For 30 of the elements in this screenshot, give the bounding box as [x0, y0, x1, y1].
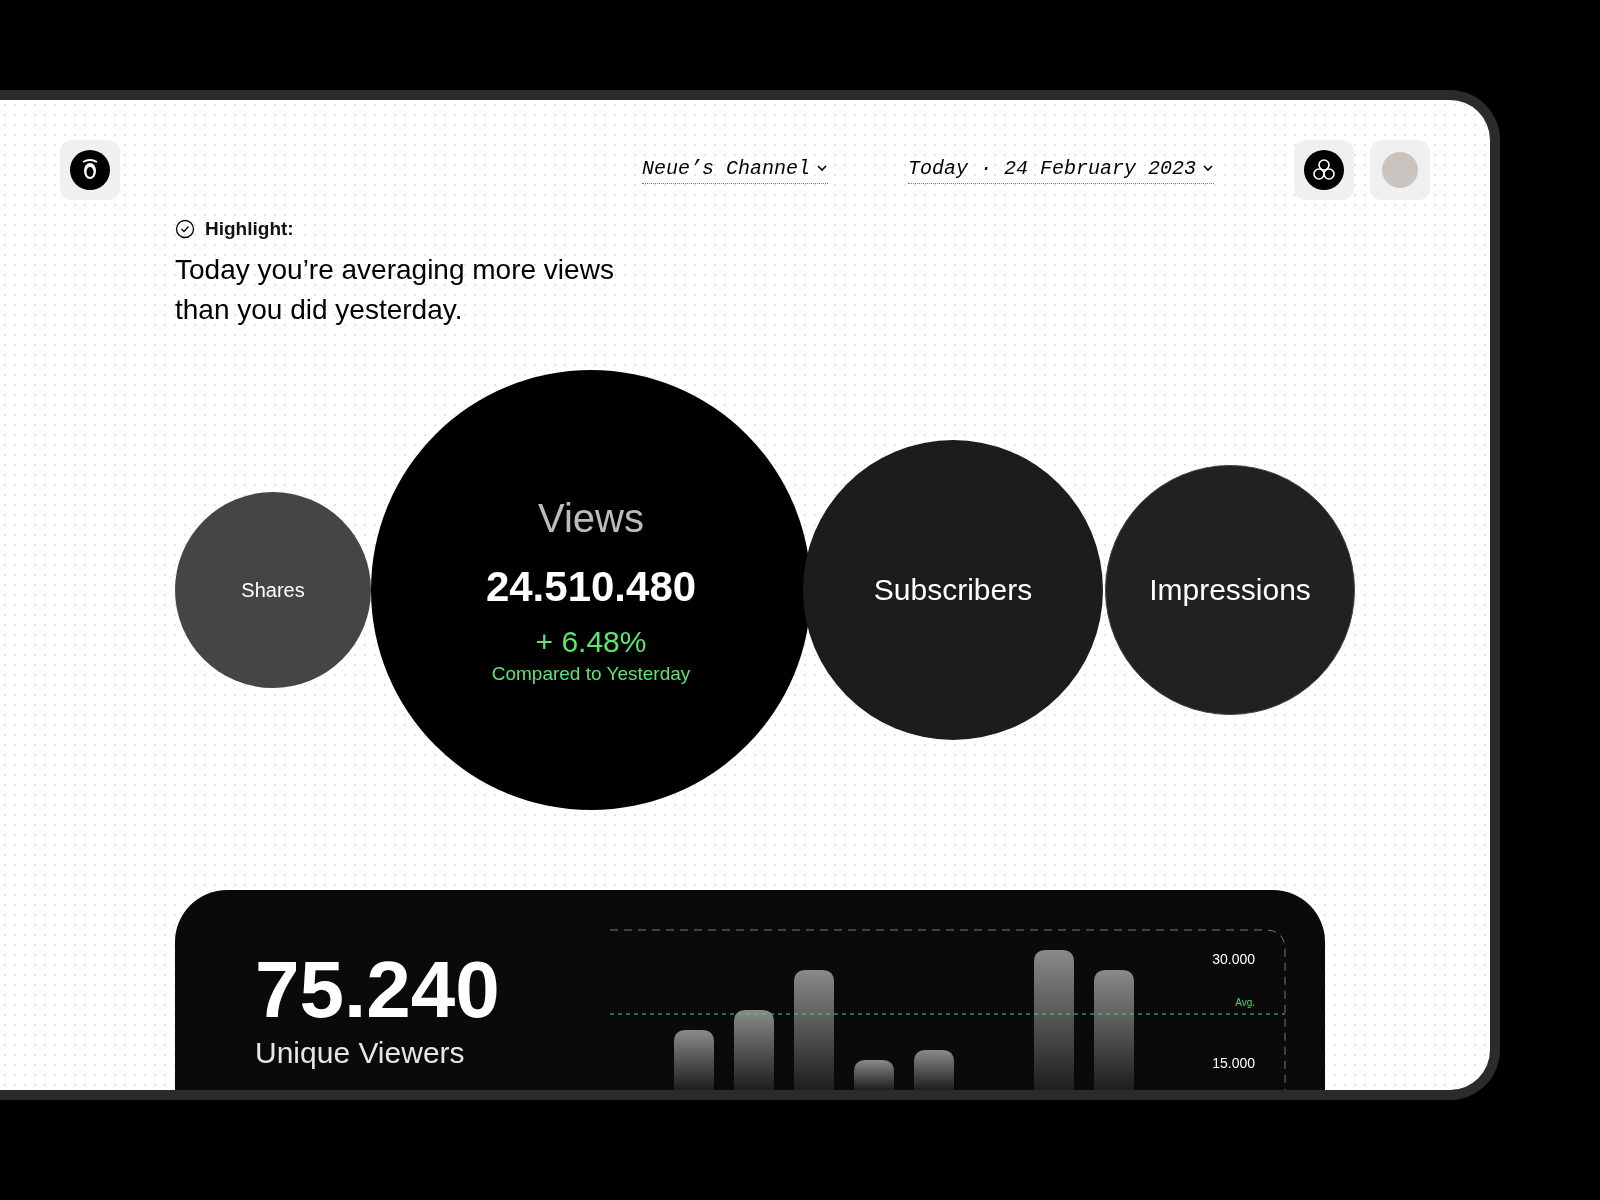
highlight-text: Today you’re averaging more views than you did yesterday. [175, 253, 615, 327]
metric-value: 24.510.480 [485, 562, 697, 611]
chart-bar [914, 1050, 954, 1090]
circles-button[interactable] [1294, 140, 1354, 200]
axis-label: 15.000 [1212, 1055, 1255, 1071]
unique-viewers-label: Unique Viewers [255, 1036, 466, 1070]
logo-button[interactable] [60, 140, 120, 200]
metric-change: + 6.48% [535, 624, 647, 659]
metric-circle[interactable]: Shares [175, 492, 371, 688]
chart-bar [674, 1030, 714, 1090]
metric-circle[interactable]: Subscribers [803, 440, 1103, 740]
chart-bar [854, 1060, 894, 1090]
chevron-down-icon [815, 162, 828, 174]
date-dropdown[interactable]: Today · 24 February 2023 [907, 156, 1214, 184]
metric-label: Impressions [1149, 573, 1311, 607]
highlight-label: Highlight: [205, 218, 294, 240]
unique-viewers-value: 75.240 [255, 948, 501, 1032]
metric-circle[interactable]: Impressions [1105, 465, 1355, 715]
check-circle-icon [175, 219, 195, 239]
eye-logo-icon [70, 150, 110, 190]
metric-label: Views [538, 495, 644, 541]
avatar [1382, 152, 1418, 188]
channel-dropdown[interactable]: Neue’s Channel [641, 156, 828, 184]
three-circles-icon [1304, 150, 1344, 190]
average-label: Avg. [1235, 997, 1255, 1008]
metric-label: Shares [241, 578, 305, 602]
axis-label: 30.000 [1212, 951, 1255, 967]
metric-comparison: Compared to Yesterday [491, 662, 691, 685]
metric-label: Subscribers [873, 573, 1033, 607]
chevron-down-icon [1202, 162, 1214, 174]
